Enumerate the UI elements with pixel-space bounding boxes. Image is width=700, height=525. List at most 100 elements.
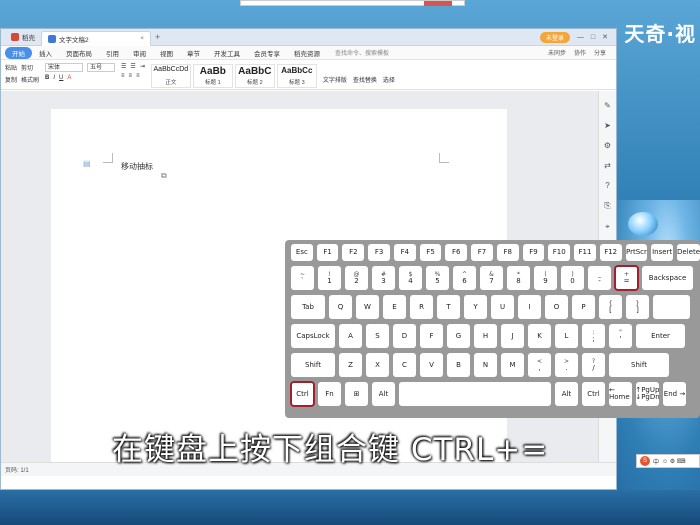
- style-heading-2[interactable]: AaBbC 标题 2: [234, 64, 275, 88]
- margin-corner: [439, 153, 449, 163]
- numbered-list-icon[interactable]: ☰: [130, 63, 135, 70]
- key-o: O: [545, 295, 568, 319]
- key-shift: Shift: [291, 353, 335, 377]
- align-center-icon[interactable]: ≡: [129, 73, 133, 79]
- key-r2c12: }]: [626, 295, 649, 319]
- maximize-icon[interactable]: □: [591, 34, 595, 41]
- key-6: ^ 6: [453, 266, 476, 290]
- bullet-list-icon[interactable]: ☰: [121, 63, 126, 70]
- key-1: ! 1: [318, 266, 341, 290]
- key-shift: Shift: [609, 353, 669, 377]
- key-f9: F9: [522, 244, 545, 261]
- keyboard-row-bottom: Ctrl Fn ⊞ Alt Alt Ctrl ← Home ↑PgUp ↓PgDn End →: [290, 381, 700, 407]
- menu-insert[interactable]: 插入: [32, 48, 59, 58]
- margin-corner: [103, 153, 113, 163]
- underline-icon[interactable]: U: [59, 75, 63, 81]
- key-3: #3: [372, 266, 395, 290]
- key-alt: Alt: [555, 382, 578, 406]
- format-painter-button[interactable]: 格式刷: [21, 75, 39, 84]
- menu-developer[interactable]: 开发工具: [207, 48, 247, 58]
- font-color-icon[interactable]: A: [67, 75, 71, 81]
- clipboard-group: 粘贴 剪切 复制 格式刷: [5, 63, 39, 84]
- keyboard-row-number: ~ `! 1 @2 #3 $4% 5 ^ 6 & 7 * 8(9) 0 _ - + = Backspace: [291, 265, 700, 291]
- key-prtscr: PrtScr: [625, 244, 648, 261]
- paste-button[interactable]: 粘贴: [5, 63, 17, 72]
- key-m: M: [501, 353, 524, 377]
- key-g: G: [447, 324, 470, 348]
- close-window-icon[interactable]: ✕: [602, 33, 608, 41]
- tab-daoke[interactable]: 稻壳: [5, 30, 41, 44]
- tab-document[interactable]: 文字文稿2 ×: [41, 30, 151, 46]
- key-backspace: Backspace: [642, 266, 693, 290]
- key-r: R: [410, 295, 433, 319]
- edit-icon[interactable]: ✎: [604, 101, 611, 110]
- location-icon[interactable]: ⌖: [605, 222, 610, 232]
- system-tray: S 中 ☺ ⚙ ⌨: [636, 454, 700, 468]
- font-size-select[interactable]: 五号: [87, 63, 116, 72]
- indent-icon[interactable]: ⇥: [140, 63, 145, 70]
- key-home: ← Home: [609, 382, 632, 406]
- menu-view[interactable]: 视图: [153, 48, 180, 58]
- close-tab-icon[interactable]: ×: [140, 35, 144, 42]
- login-button[interactable]: 未登录: [539, 31, 570, 43]
- collaborate-button[interactable]: 协作: [574, 48, 586, 57]
- copy-button[interactable]: 复制: [5, 75, 17, 84]
- key-capslock: CapsLock: [291, 324, 335, 348]
- menu-start[interactable]: 开始: [5, 46, 32, 59]
- new-tab-icon[interactable]: +: [155, 32, 160, 42]
- transfer-icon[interactable]: ⇄: [604, 161, 611, 170]
- share-button[interactable]: 分享: [594, 48, 606, 57]
- pointer-icon[interactable]: ➤: [604, 121, 611, 130]
- key-k: K: [528, 324, 551, 348]
- menu-review[interactable]: 审阅: [126, 48, 153, 58]
- key-ctrl: Ctrl: [582, 382, 605, 406]
- key-fn: Fn: [318, 382, 341, 406]
- text-layout-button[interactable]: 文字排版: [323, 75, 347, 84]
- style-normal[interactable]: AaBbCcDd 正文: [150, 64, 191, 88]
- key-s: S: [366, 324, 389, 348]
- align-right-icon[interactable]: ≡: [136, 73, 140, 79]
- menu-chapter[interactable]: 章节: [180, 48, 207, 58]
- help-icon[interactable]: ?: [605, 181, 609, 190]
- paste-options-icon[interactable]: ⧉: [161, 171, 167, 181]
- key-i: I: [518, 295, 541, 319]
- menu-references[interactable]: 引用: [99, 48, 126, 58]
- key-end: End →: [663, 382, 686, 406]
- menu-page-layout[interactable]: 页面布局: [59, 48, 99, 58]
- italic-icon[interactable]: I: [53, 75, 55, 81]
- title-bar: 稻壳 文字文稿2 × + 未登录 — □ ✕: [1, 29, 616, 46]
- cut-button[interactable]: 剪切: [21, 63, 33, 72]
- menu-member[interactable]: 会员专享: [247, 48, 287, 58]
- key-r1c12: + =: [614, 265, 639, 291]
- font-name-select[interactable]: 宋体: [45, 63, 84, 72]
- key-w: W: [356, 295, 379, 319]
- bold-icon[interactable]: B: [45, 75, 49, 81]
- keyboard-row-function: Esc F1 F2 F3 F4 F5 F6 F7 F8 F9 F10 F11 F12 PrtScr Inse…: [291, 244, 700, 261]
- key-c: C: [393, 353, 416, 377]
- ribbon: 粘贴 剪切 复制 格式刷 宋体 五号 B I U A ☰ ☰ ⇥ ≡ ≡ ≡ A…: [1, 60, 616, 90]
- command-search[interactable]: 查找命令、搜索模板: [335, 48, 389, 57]
- tray-icons: ☺ ⚙ ⌨: [662, 458, 686, 465]
- style-heading-1[interactable]: AaBb 标题 1: [192, 64, 233, 88]
- watermark: 天奇·视: [624, 22, 696, 46]
- key-tab: Tab: [291, 295, 325, 319]
- key-f5: F5: [419, 244, 442, 261]
- key-f4: F4: [393, 244, 416, 261]
- ime-mode[interactable]: 中: [653, 457, 659, 466]
- minimize-icon[interactable]: —: [577, 34, 584, 41]
- document-text[interactable]: 移动抽标: [121, 161, 153, 172]
- share-icon[interactable]: ⎘: [604, 201, 610, 211]
- sync-status[interactable]: 未同步: [548, 48, 566, 57]
- style-heading-3[interactable]: AaBbCc 标题 3: [276, 64, 317, 88]
- keyboard-row-caps: CapsLock A S D F G H J K L:; " ' Enter: [291, 324, 700, 348]
- paragraph-icon: ▤: [83, 159, 91, 168]
- settings-sliders-icon[interactable]: ⚙: [604, 141, 611, 150]
- find-replace-button[interactable]: 查找替换: [353, 75, 377, 84]
- select-button[interactable]: 选择: [383, 75, 395, 84]
- menu-daoke-resources[interactable]: 稻壳资源: [287, 48, 327, 58]
- key-alt: Alt: [372, 382, 395, 406]
- align-left-icon[interactable]: ≡: [121, 73, 125, 79]
- key-r1c11: _ -: [588, 266, 611, 290]
- key-r1c0: ~ `: [291, 266, 314, 290]
- key-8: * 8: [507, 266, 530, 290]
